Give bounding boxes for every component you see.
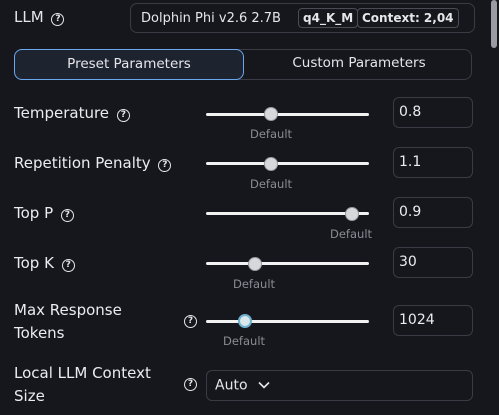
help-circle-icon[interactable]: ? (61, 259, 75, 272)
context-size-select[interactable]: Auto (206, 370, 473, 401)
temperature-slider-thumb[interactable] (264, 107, 278, 121)
top-k-slider-thumb[interactable] (248, 257, 262, 271)
top-k-label-row: Top K ? (14, 254, 75, 272)
top-k-slider-track[interactable] (206, 262, 369, 265)
temperature-slider-track[interactable] (206, 113, 369, 116)
temperature-label-row: Temperature ? (14, 104, 130, 122)
chevron-down-icon (258, 371, 270, 400)
max-response-tokens-slider-track[interactable] (206, 320, 369, 323)
scrollbar[interactable] (491, 0, 497, 48)
help-circle-icon[interactable]: ? (158, 159, 172, 172)
repetition-penalty-label-row: Repetition Penalty ? (14, 154, 172, 172)
max-response-tokens-slider-thumb[interactable] (238, 314, 252, 328)
help-circle-icon[interactable]: ? (60, 209, 74, 222)
top-p-label: Top P (14, 204, 54, 222)
model-name: Dolphin Phi v2.6 2.7B (141, 11, 281, 26)
context-size-value: Auto (215, 377, 248, 394)
tab-custom-parameters[interactable]: Custom Parameters (244, 49, 474, 80)
context-badge: Context: 2,04 (357, 8, 459, 28)
top-k-default-label: Default (233, 277, 276, 291)
help-circle-icon[interactable]: ? (184, 378, 197, 391)
repetition-penalty-input[interactable]: 1.1 (393, 147, 473, 178)
help-circle-icon[interactable]: ? (51, 13, 65, 26)
top-p-label-row: Top P ? (14, 204, 74, 222)
top-p-input[interactable]: 0.9 (393, 197, 473, 228)
top-k-label: Top K (14, 254, 54, 272)
top-p-slider-thumb[interactable] (345, 207, 359, 221)
repetition-penalty-slider-thumb[interactable] (264, 157, 278, 171)
max-response-tokens-default-label: Default (223, 334, 266, 348)
repetition-penalty-default-label: Default (250, 177, 293, 191)
model-selector[interactable]: Dolphin Phi v2.6 2.7B q4_K_M Context: 2,… (130, 3, 475, 33)
top-k-input[interactable]: 30 (393, 247, 473, 278)
repetition-penalty-label: Repetition Penalty (14, 154, 151, 172)
llm-label: LLM (14, 8, 44, 26)
temperature-input[interactable]: 0.8 (393, 97, 473, 128)
temperature-label: Temperature (14, 104, 110, 122)
repetition-penalty-slider-track[interactable] (206, 162, 369, 165)
parameter-tabs: Preset Parameters Custom Parameters (14, 49, 472, 80)
tab-preset-parameters[interactable]: Preset Parameters (14, 49, 244, 80)
context-size-label: Local LLM Context Size (14, 364, 151, 405)
help-circle-icon[interactable]: ? (116, 109, 130, 122)
help-circle-icon[interactable]: ? (184, 315, 197, 328)
top-p-default-label: Default (330, 227, 373, 241)
temperature-default-label: Default (250, 127, 293, 141)
quant-badge: q4_K_M (298, 8, 359, 28)
max-response-tokens-input[interactable]: 1024 (393, 305, 473, 336)
llm-label-row: LLM ? (14, 8, 65, 26)
max-response-tokens-label: Max Response Tokens (14, 301, 122, 342)
